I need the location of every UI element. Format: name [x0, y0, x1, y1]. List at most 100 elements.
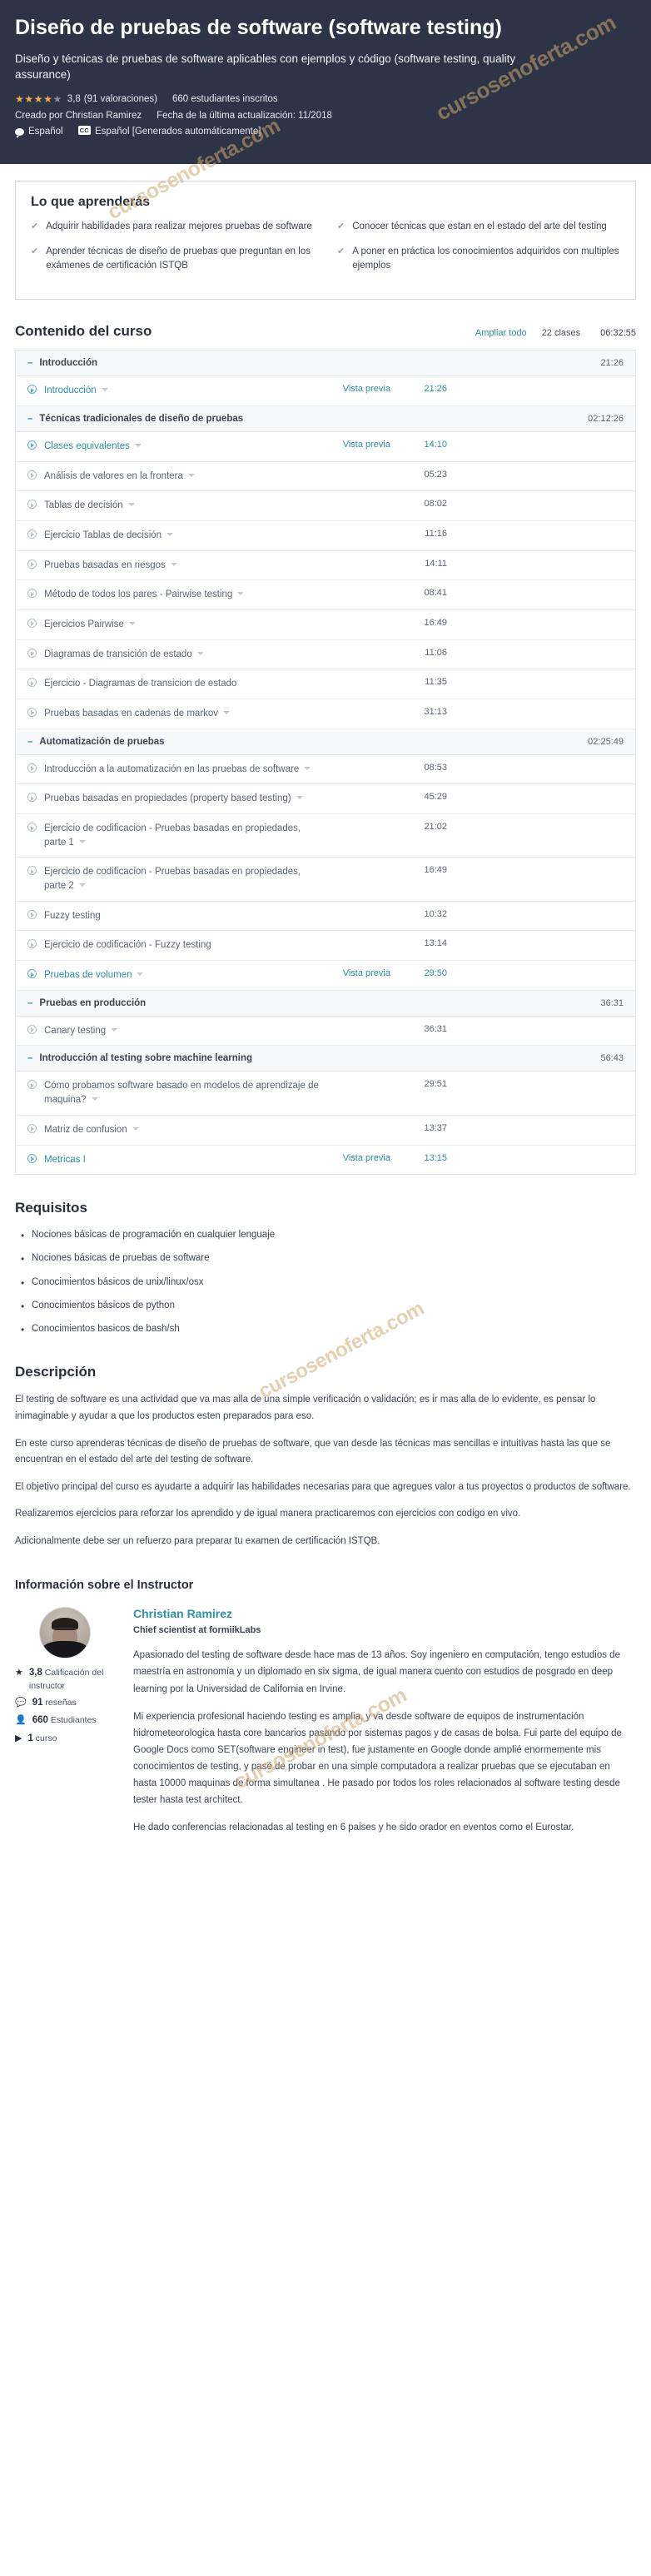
preview-link[interactable]: Vista previa: [319, 1153, 390, 1163]
play-circle-icon[interactable]: [27, 1024, 37, 1034]
collapse-icon[interactable]: –: [27, 358, 32, 368]
lecture-row[interactable]: Clases equivalentes Vista previa 14:10: [16, 432, 635, 462]
lecture-row[interactable]: Análisis de valores en la frontera 05:23: [16, 461, 635, 492]
play-circle-icon[interactable]: [27, 866, 37, 876]
lecture-title[interactable]: Introducción a la automatización en las …: [44, 763, 319, 777]
chevron-down-icon[interactable]: [132, 1126, 139, 1131]
rating-count[interactable]: (91 valoraciones): [84, 94, 157, 104]
play-circle-icon[interactable]: [27, 763, 37, 773]
chevron-down-icon[interactable]: [101, 388, 108, 392]
lecture-title[interactable]: Ejercicio de codificación - Fuzzy testin…: [44, 938, 319, 952]
lecture-row[interactable]: Método de todos los pares - Pairwise tes…: [16, 580, 635, 611]
lecture-title[interactable]: Clases equivalentes: [44, 440, 319, 454]
chevron-down-icon[interactable]: [137, 972, 144, 977]
play-circle-icon[interactable]: [27, 589, 37, 599]
lecture-title[interactable]: Ejercicio de codificacion - Pruebas basa…: [44, 865, 319, 893]
play-circle-icon[interactable]: [27, 708, 37, 718]
play-circle-icon[interactable]: [27, 619, 37, 629]
lecture-title[interactable]: Canary testing: [44, 1024, 319, 1038]
lecture-row[interactable]: Pruebas de volumen Vista previa 29:50: [16, 961, 635, 991]
play-circle-icon[interactable]: [27, 440, 37, 450]
play-circle-icon[interactable]: [27, 1153, 37, 1163]
chevron-down-icon[interactable]: [296, 796, 303, 800]
chevron-down-icon[interactable]: [78, 883, 86, 888]
lecture-row[interactable]: Ejercicio de codificacion - Pruebas basa…: [16, 814, 635, 858]
play-circle-icon[interactable]: [27, 939, 37, 949]
lecture-title[interactable]: Pruebas basadas en propiedades (property…: [44, 792, 319, 806]
chevron-down-icon[interactable]: [304, 766, 311, 770]
lecture-title[interactable]: Diagramas de transición de estado: [44, 648, 319, 662]
lecture-title[interactable]: Ejercicios Pairwise: [44, 618, 319, 632]
play-circle-icon[interactable]: [27, 648, 37, 658]
play-circle-icon[interactable]: [27, 823, 37, 833]
collapse-icon[interactable]: –: [27, 737, 32, 747]
chevron-down-icon[interactable]: [134, 444, 142, 448]
chevron-down-icon[interactable]: [223, 711, 231, 715]
lecture-row[interactable]: Ejercicio de codificacion - Pruebas basa…: [16, 858, 635, 902]
play-circle-icon[interactable]: [27, 559, 37, 569]
lecture-row[interactable]: Diagramas de transición de estado 11:06: [16, 639, 635, 670]
curriculum-section-header[interactable]: – Pruebas en producción 36:31: [16, 990, 635, 1017]
preview-link[interactable]: Vista previa: [319, 968, 390, 978]
play-circle-icon[interactable]: [27, 385, 37, 395]
collapse-icon[interactable]: –: [27, 998, 32, 1008]
chevron-down-icon[interactable]: [166, 533, 174, 537]
chevron-down-icon[interactable]: [78, 839, 86, 843]
lecture-title[interactable]: Cómo probamos software basado en modelos…: [44, 1079, 319, 1106]
preview-link[interactable]: Vista previa: [319, 384, 390, 394]
chevron-down-icon[interactable]: [128, 622, 136, 626]
play-circle-icon[interactable]: [27, 530, 37, 540]
play-circle-icon[interactable]: [27, 470, 37, 480]
lecture-row[interactable]: Tablas de decisión 08:02: [16, 491, 635, 522]
lecture-row[interactable]: Matriz de confusion 13:37: [16, 1115, 635, 1146]
expand-all-button[interactable]: Ampliar todo: [475, 328, 527, 338]
curriculum-section-header[interactable]: – Introducción 21:26: [16, 351, 635, 377]
lecture-row[interactable]: Introducción a la automatización en las …: [16, 754, 635, 785]
preview-link[interactable]: Vista previa: [319, 440, 390, 450]
lecture-title[interactable]: Fuzzy testing: [44, 909, 319, 923]
lecture-row[interactable]: Metricas I Vista previa 13:15: [16, 1145, 635, 1175]
lecture-row[interactable]: Cómo probamos software basado en modelos…: [16, 1072, 635, 1116]
lecture-row[interactable]: Ejercicio - Diagramas de transicion de e…: [16, 669, 635, 700]
lecture-title[interactable]: Método de todos los pares - Pairwise tes…: [44, 588, 319, 602]
chevron-down-icon[interactable]: [111, 1027, 118, 1032]
lecture-title[interactable]: Pruebas de volumen: [44, 968, 319, 982]
lecture-title[interactable]: Pruebas basadas en cadenas de markov: [44, 707, 319, 721]
play-circle-icon[interactable]: [27, 1080, 37, 1090]
lecture-row[interactable]: Pruebas basadas en riesgos 14:11: [16, 550, 635, 581]
lecture-row[interactable]: Canary testing 36:31: [16, 1016, 635, 1047]
curriculum-section-header[interactable]: – Automatización de pruebas 02:25:49: [16, 729, 635, 755]
chevron-down-icon[interactable]: [91, 1097, 98, 1102]
chevron-down-icon[interactable]: [196, 651, 204, 655]
lecture-title[interactable]: Tablas de decisión: [44, 499, 319, 513]
chevron-down-icon[interactable]: [237, 592, 245, 596]
instructor-name[interactable]: Christian Ramirez: [133, 1607, 636, 1620]
lecture-row[interactable]: Pruebas basadas en cadenas de markov 31:1…: [16, 699, 635, 729]
play-circle-icon[interactable]: [27, 1123, 37, 1133]
lecture-row[interactable]: Ejercicio Tablas de decisión 11:16: [16, 521, 635, 551]
lecture-title[interactable]: Ejercicio de codificacion - Pruebas basa…: [44, 822, 319, 849]
collapse-icon[interactable]: –: [27, 1053, 32, 1063]
play-circle-icon[interactable]: [27, 969, 37, 979]
lecture-title[interactable]: Matriz de confusion: [44, 1123, 319, 1137]
play-circle-icon[interactable]: [27, 909, 37, 919]
curriculum-section-header[interactable]: – Técnicas tradicionales de diseño de pru…: [16, 406, 635, 433]
lecture-row[interactable]: Fuzzy testing 10:32: [16, 901, 635, 932]
lecture-title[interactable]: Metricas I: [44, 1153, 319, 1167]
lecture-title[interactable]: Pruebas basadas en riesgos: [44, 559, 319, 573]
lecture-row[interactable]: Introducción Vista previa 21:26: [16, 376, 635, 407]
curriculum-section-header[interactable]: – Introducción al testing sobre machine l…: [16, 1046, 635, 1072]
lecture-title[interactable]: Análisis de valores en la frontera: [44, 470, 319, 484]
chevron-down-icon[interactable]: [127, 503, 135, 507]
play-circle-icon[interactable]: [27, 678, 37, 688]
lecture-title[interactable]: Ejercicio Tablas de decisión: [44, 529, 319, 543]
collapse-icon[interactable]: –: [27, 414, 32, 424]
play-circle-icon[interactable]: [27, 793, 37, 803]
chevron-down-icon[interactable]: [187, 473, 195, 477]
lecture-row[interactable]: Ejercicios Pairwise 16:49: [16, 610, 635, 640]
lecture-title[interactable]: Introducción: [44, 384, 319, 398]
play-circle-icon[interactable]: [27, 500, 37, 510]
chevron-down-icon[interactable]: [170, 562, 177, 566]
lecture-title[interactable]: Ejercicio - Diagramas de transicion de e…: [44, 677, 319, 691]
lecture-row[interactable]: Pruebas basadas en propiedades (property…: [16, 784, 635, 815]
